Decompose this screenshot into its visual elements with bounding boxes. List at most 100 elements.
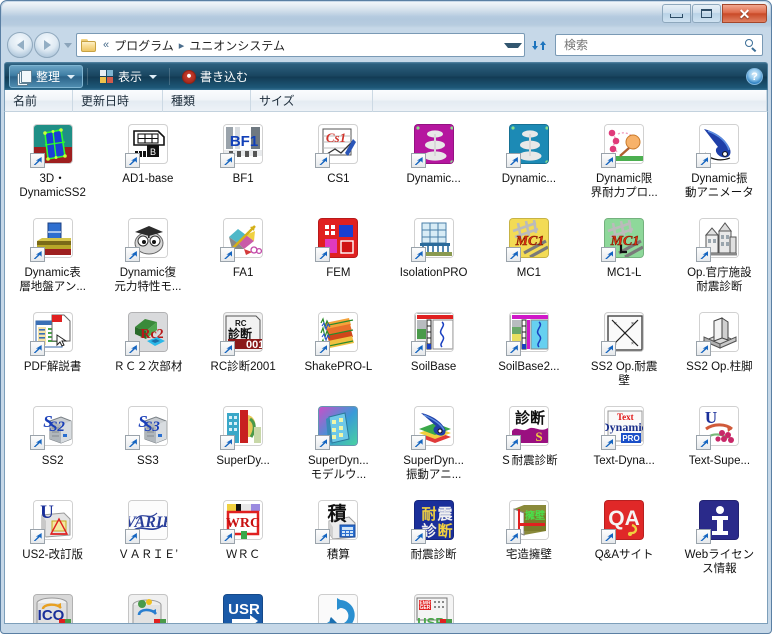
s-taishin-shindan-icon: 診断 S xyxy=(505,404,553,452)
views-chevron-down-icon xyxy=(149,74,158,79)
file-item[interactable]: FEM xyxy=(291,212,386,306)
file-item[interactable]: ×× ×× × SS2 Op.耐震 壁 xyxy=(577,306,672,400)
file-item[interactable]: 耐 震 診 断 耐震診断 xyxy=(386,494,481,588)
dynamic-magenta-icon xyxy=(410,122,458,170)
file-item[interactable]: 診断 S Ｓ耐震診断 xyxy=(481,400,576,494)
file-item-label: ＷＲＣ xyxy=(225,549,261,561)
file-item[interactable]: EMR GER USB 緊急用USBの 起動設定 xyxy=(386,588,481,623)
shortcut-overlay-icon xyxy=(30,623,45,624)
back-button[interactable] xyxy=(7,32,33,58)
file-item[interactable]: S S3 SS3 xyxy=(100,400,195,494)
toolbar: 整理 表示 書き込む ? xyxy=(4,62,768,90)
close-icon: ✕ xyxy=(738,5,751,22)
file-item[interactable]: Webライセン ス情報 xyxy=(672,494,767,588)
file-item[interactable]: SuperDyn... 振動アニ... xyxy=(386,400,481,494)
file-item[interactable]: Dynamic... xyxy=(386,118,481,212)
search-input[interactable] xyxy=(562,37,743,53)
file-item[interactable]: ライセンス マネージャ xyxy=(291,588,386,623)
column-header[interactable]: 名前 xyxy=(5,89,73,112)
close-button[interactable]: ✕ xyxy=(722,4,767,23)
toolbar-separator-2 xyxy=(169,68,171,85)
maximize-button[interactable] xyxy=(692,4,721,23)
file-item[interactable]: PDF解説書 xyxy=(5,306,100,400)
file-item[interactable]: Dynamic復 元力特性モ... xyxy=(100,212,195,306)
recent-pages-chevron-down-icon[interactable] xyxy=(64,42,72,48)
file-item[interactable]: Text Dynamic PRO Text-Dyna... xyxy=(577,400,672,494)
file-item[interactable]: VARIE ＶＡＲＩＥ’ xyxy=(100,494,195,588)
shortcut-overlay-icon xyxy=(29,153,45,168)
file-item[interactable]: SoilBase xyxy=(386,306,481,400)
file-item[interactable]: FA1 xyxy=(196,212,291,306)
shortcut-overlay-icon xyxy=(220,341,236,356)
file-item-label: US2-改訂版 xyxy=(22,549,83,561)
column-header[interactable]: 種類 xyxy=(163,89,251,112)
svg-text:擁壁: 擁壁 xyxy=(525,509,545,522)
file-item[interactable]: ICO アイコンマネ ージャ xyxy=(5,588,100,624)
file-item[interactable]: SuperDy... xyxy=(196,400,291,494)
ss2-op-taishin-icon: ×× ×× × xyxy=(600,310,648,358)
shortcut-overlay-icon xyxy=(124,247,140,262)
help-button[interactable]: ? xyxy=(746,68,763,85)
shortcut-overlay-icon xyxy=(315,529,331,544)
file-item[interactable]: S S2 SS2 xyxy=(5,400,100,494)
file-item[interactable]: 積 積算 xyxy=(291,494,386,588)
shortcut-overlay-icon xyxy=(124,529,140,544)
file-item[interactable]: Cs1 CS1 xyxy=(291,118,386,212)
file-item[interactable]: SS2 Op.柱脚 xyxy=(672,306,767,400)
shortcut-overlay-icon xyxy=(220,153,236,168)
file-item[interactable]: SuperDyn... モデルウ... xyxy=(291,400,386,494)
file-item[interactable]: B AD1-base xyxy=(100,118,195,212)
file-item-label: RC診断2001 xyxy=(210,361,276,373)
superdy-icon xyxy=(219,404,267,452)
file-item[interactable]: 擁壁 宅造擁壁 xyxy=(481,494,576,588)
file-item[interactable]: Dynamic限 界耐力プロ... xyxy=(577,118,672,212)
file-item[interactable]: Op.官庁施設 耐震診断 xyxy=(672,212,767,306)
wrc-icon: WRC xyxy=(219,498,267,546)
column-header[interactable]: 更新日時 xyxy=(73,89,163,112)
file-item-label: Dynamic復 元力特性モ... xyxy=(114,267,182,293)
file-item[interactable]: Dynamic振 動アニメータ xyxy=(672,118,767,212)
views-button[interactable]: 表示 xyxy=(92,65,165,88)
file-item[interactable]: MC1 MC1-L xyxy=(577,212,672,306)
file-item[interactable]: Dynamic... xyxy=(481,118,576,212)
file-item[interactable]: U Text-Supe... xyxy=(672,400,767,494)
burn-disc-icon xyxy=(182,69,197,84)
address-chevron-down-icon[interactable] xyxy=(504,42,522,48)
file-item[interactable]: Dynamic表 層地盤アン... xyxy=(5,212,100,306)
burn-button[interactable]: 書き込む xyxy=(174,65,256,88)
refresh-button[interactable] xyxy=(528,34,550,56)
minimize-button[interactable] xyxy=(662,4,691,23)
shortcut-overlay-icon xyxy=(29,435,45,450)
qa-site-icon: QA xyxy=(600,498,648,546)
cs1-icon: Cs1 xyxy=(314,122,362,170)
file-item[interactable]: BF1 BF1 xyxy=(196,118,291,212)
op-kancho-icon xyxy=(695,216,743,264)
dynamic-genkai-icon xyxy=(600,122,648,170)
file-item[interactable]: SoilBase2... xyxy=(481,306,576,400)
organize-button[interactable]: 整理 xyxy=(9,65,84,88)
file-item[interactable]: アプリケーションの 追加・削除 xyxy=(100,588,195,623)
address-prefix: « xyxy=(103,39,110,51)
forward-button[interactable] xyxy=(34,32,60,58)
svg-text:PRO: PRO xyxy=(622,434,639,443)
address-bar[interactable]: « プログラム ▸ ユニオンシステム xyxy=(76,33,525,57)
minimize-icon xyxy=(670,14,683,18)
breadcrumb-item-unionsystem[interactable]: ユニオンシステム xyxy=(187,37,287,54)
file-item[interactable]: MC1 MC1 xyxy=(481,212,576,306)
svg-text:断: 断 xyxy=(437,522,452,540)
file-item[interactable]: USR ユニオンシス テムWebサ... xyxy=(196,588,291,623)
search-box[interactable] xyxy=(555,34,763,56)
file-item[interactable]: ShakePRO-L xyxy=(291,306,386,400)
file-item[interactable]: U US2-改訂版 xyxy=(5,494,100,588)
column-header[interactable]: サイズ xyxy=(251,89,373,112)
file-item[interactable]: QA Q&Aサイト xyxy=(577,494,672,588)
file-item[interactable]: WRC ＷＲＣ xyxy=(196,494,291,588)
breadcrumb-item-program[interactable]: プログラム xyxy=(112,37,176,54)
file-item[interactable]: RC 診断 001 RC診断2001 xyxy=(196,306,291,400)
file-item-label: Ｓ耐震診断 xyxy=(500,455,558,467)
views-icon xyxy=(100,70,114,83)
file-item[interactable]: Rc2 ＲＣ２次部材 xyxy=(100,306,195,400)
file-item[interactable]: IsolationPRO xyxy=(386,212,481,306)
file-list-content[interactable]: 3D・ DynamicSS2 B AD1-base BF1 BF1 Cs1 CS… xyxy=(4,112,768,624)
file-item[interactable]: 3D・ DynamicSS2 xyxy=(5,118,100,212)
